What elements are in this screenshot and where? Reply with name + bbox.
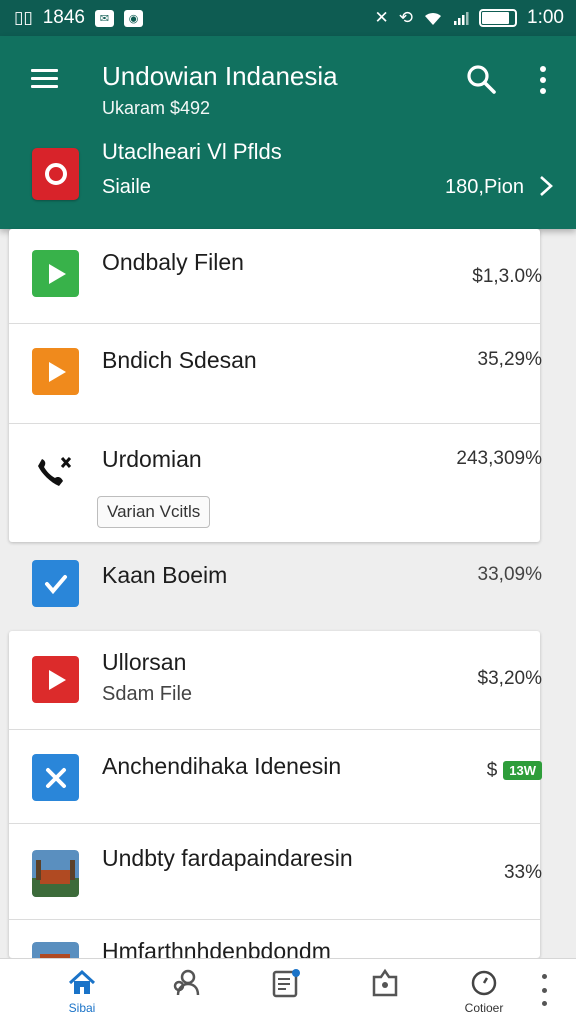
item-value: 33,09% [477, 564, 542, 585]
sim-icon: ▯▯ [14, 8, 33, 27]
list-item[interactable]: Kaan Boeim 33,09% [9, 548, 542, 622]
menu-icon[interactable] [31, 69, 58, 89]
item-title: Kaan Boeim [102, 562, 228, 588]
item-subtitle: Sdam File [102, 683, 193, 705]
play-icon [32, 656, 79, 703]
items-card-2: Ullorsan Sdam File $3,20% Anchendihaka I… [9, 631, 542, 958]
nav-label: Sibai [68, 1001, 96, 1015]
nav-label: Cotioer [464, 1001, 504, 1015]
signal-icon [454, 12, 469, 25]
item-value: $3,20% [477, 668, 542, 689]
nav-item-clock[interactable]: Cotioer [448, 967, 520, 1019]
item-value: $1,3.0% [472, 266, 542, 287]
photo-icon [32, 850, 79, 897]
more-options-icon[interactable] [537, 66, 549, 94]
more-options-icon[interactable] [540, 974, 548, 1006]
status-time: 1:00 [527, 7, 564, 28]
mail-icon: ✉ [95, 9, 114, 27]
item-title: Undbty fardapaindaresin [102, 845, 353, 871]
nav-item-people[interactable] [150, 967, 222, 1019]
list-item[interactable]: Ondbaly Filen $1,3.0% [9, 229, 542, 324]
status-bar: ▯▯ 1846 ✉ ◉ ✕ ⟲ 1:00 [0, 0, 576, 36]
page-title: Undowian Indanesia [102, 61, 338, 91]
featured-value: 180,Pion [445, 176, 524, 198]
item-title: Bndich Sdesan [102, 347, 257, 373]
home-icon [68, 969, 96, 994]
status-left-text: 1846 [42, 7, 85, 28]
sync-icon: ⟲ [398, 8, 414, 27]
bottom-navigation: Sibai Cotioer [0, 958, 576, 1024]
item-title: Ondbaly Filen [102, 249, 244, 275]
item-title: Ullorsan [102, 649, 187, 675]
camera-icon: ◉ [124, 9, 143, 27]
play-icon [32, 250, 79, 297]
list-item[interactable]: Anchendihaka Idenesin $13W [9, 730, 542, 824]
play-icon [32, 348, 79, 395]
variant-chip[interactable]: Varian Vcitls [97, 496, 211, 528]
item-title: Urdomian [102, 446, 202, 472]
battery-icon [479, 9, 518, 27]
item-value-group: $13W [487, 760, 542, 782]
list-item[interactable]: Undbty fardapaindaresin 33% [9, 824, 542, 920]
item-value: 33% [503, 862, 542, 883]
search-icon[interactable] [466, 64, 496, 94]
featured-app-icon [32, 148, 79, 200]
item-title: Hmfarthnhdenbdondm [102, 938, 331, 958]
list-item[interactable]: Ullorsan Sdam File $3,20% [9, 631, 542, 730]
list-item[interactable]: Bndich Sdesan 35,29% [9, 324, 542, 424]
share-icon [372, 968, 398, 997]
item-value: 35,29% [477, 349, 542, 370]
wifi-icon [425, 12, 442, 25]
nav-item-home[interactable]: Sibai [46, 967, 118, 1019]
nav-item-documents[interactable] [250, 967, 322, 1019]
photo-icon [32, 942, 79, 958]
people-icon [173, 969, 200, 996]
app-bar: Undowian Indanesia Ukaram $492 Utaclhear… [0, 36, 576, 229]
featured-title: Utaclheari Vl Pflds [102, 139, 282, 164]
items-card: Ondbaly Filen $1,3.0% Bndich Sdesan 35,2… [9, 229, 542, 542]
item-value: 243,309% [456, 448, 542, 469]
featured-subtitle: Siaile [102, 176, 151, 198]
status-badge: 13W [503, 761, 542, 781]
page-subtitle: Ukaram $492 [102, 98, 211, 118]
item-title: Anchendihaka Idenesin [102, 753, 342, 779]
document-icon [272, 969, 300, 998]
chevron-right-icon[interactable] [538, 174, 554, 198]
item-value: $ [486, 760, 498, 781]
check-icon [32, 560, 79, 607]
bluetooth-off-icon: ✕ [374, 8, 389, 27]
list-item[interactable]: Hmfarthnhdenbdondm [9, 920, 540, 958]
clock-icon [471, 970, 497, 996]
list-item[interactable]: Urdomian 243,309% Varian Vcitls [9, 424, 542, 542]
phone-icon [38, 457, 72, 486]
nav-item-share[interactable] [349, 967, 421, 1019]
cross-icon [32, 754, 79, 801]
